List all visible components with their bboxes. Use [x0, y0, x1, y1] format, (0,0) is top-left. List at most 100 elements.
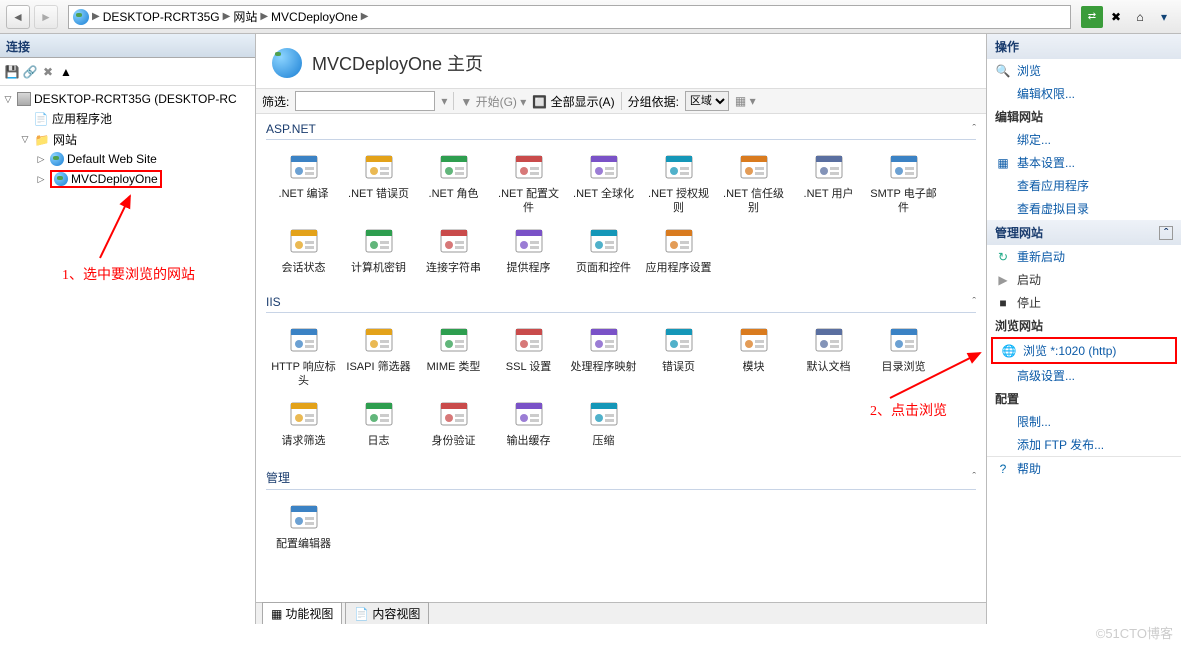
browse-site-header: 浏览网站: [987, 314, 1181, 337]
aspnet-item[interactable]: .NET 用户: [791, 146, 866, 220]
iis-item[interactable]: ISAPI 筛选器: [341, 319, 416, 393]
iis-item[interactable]: 日志: [341, 393, 416, 453]
aspnet-item[interactable]: 连接字符串: [416, 220, 491, 280]
iis-item[interactable]: 请求筛选: [266, 393, 341, 453]
iis-item[interactable]: SSL 设置: [491, 319, 566, 393]
groupby-select[interactable]: 区域: [685, 91, 729, 111]
connect-icon[interactable]: 🔗: [22, 64, 38, 80]
feature-icon: [437, 224, 471, 258]
breadcrumb-site[interactable]: MVCDeployOne: [271, 10, 358, 24]
iis-item[interactable]: 输出缓存: [491, 393, 566, 453]
collapse-icon[interactable]: ˆ: [1159, 226, 1173, 240]
connections-tree: ▽ DESKTOP-RCRT35G (DESKTOP-RC 📄 应用程序池 ▽ …: [0, 86, 255, 194]
iis-header[interactable]: IISˆ: [266, 293, 976, 313]
action-limits[interactable]: 限制...: [987, 410, 1181, 433]
feature-icon: [287, 500, 321, 534]
collapse-icon: ˆ: [972, 471, 976, 483]
expand-arrow-icon[interactable]: ▽: [19, 134, 31, 145]
iis-item[interactable]: 错误页: [641, 319, 716, 393]
aspnet-item[interactable]: .NET 配置文件: [491, 146, 566, 220]
stop-icon: ■: [995, 295, 1011, 311]
aspnet-item[interactable]: 会话状态: [266, 220, 341, 280]
iis-item[interactable]: 默认文档: [791, 319, 866, 393]
tree-mvc-site[interactable]: ▷ MVCDeployOne: [2, 168, 253, 190]
tree-app-pools[interactable]: 📄 应用程序池: [2, 108, 253, 129]
show-all-button[interactable]: 🔲 全部显示(A): [532, 93, 614, 110]
view-mode-icon[interactable]: ▦ ▾: [735, 94, 756, 108]
collapse-icon: ˆ: [972, 123, 976, 135]
action-add-ftp[interactable]: 添加 FTP 发布...: [987, 433, 1181, 456]
feature-label: SSL 设置: [493, 361, 564, 375]
aspnet-item[interactable]: 计算机密钥: [341, 220, 416, 280]
stop-icon[interactable]: ✖: [1105, 6, 1127, 28]
aspnet-item[interactable]: .NET 编译: [266, 146, 341, 220]
breadcrumb-sites[interactable]: 网站: [233, 8, 257, 25]
tree-default-site[interactable]: ▷ Default Web Site: [2, 150, 253, 168]
tree-sites[interactable]: ▽ 📁 网站: [2, 129, 253, 150]
tab-features[interactable]: ▦功能视图: [262, 602, 342, 624]
tab-content[interactable]: 📄内容视图: [345, 602, 429, 624]
feature-icon: [362, 150, 396, 184]
mgmt-header[interactable]: 管理ˆ: [266, 467, 976, 490]
refresh-all-icon[interactable]: ⇄: [1081, 6, 1103, 28]
expand-arrow-icon[interactable]: ▷: [35, 174, 47, 185]
up-icon[interactable]: ▲: [58, 64, 74, 80]
action-edit-permissions[interactable]: 编辑权限...: [987, 82, 1181, 105]
feature-label: 输出缓存: [493, 435, 564, 449]
iis-item[interactable]: MIME 类型: [416, 319, 491, 393]
feature-icon: [512, 323, 546, 357]
aspnet-item[interactable]: 页面和控件: [566, 220, 641, 280]
folder-icon: 📁: [34, 132, 50, 148]
feature-label: .NET 编译: [268, 188, 339, 202]
action-stop[interactable]: ■停止: [987, 291, 1181, 314]
action-restart[interactable]: ↻重新启动: [987, 245, 1181, 268]
action-bindings[interactable]: 绑定...: [987, 128, 1181, 151]
save-icon[interactable]: 💾: [4, 64, 20, 80]
action-help[interactable]: ?帮助: [987, 457, 1181, 480]
aspnet-item[interactable]: SMTP 电子邮件: [866, 146, 941, 220]
filter-dropdown-icon[interactable]: ▾: [441, 94, 447, 108]
aspnet-item[interactable]: .NET 角色: [416, 146, 491, 220]
delete-icon[interactable]: ✖: [40, 64, 56, 80]
action-browse-http[interactable]: 🌐浏览 *:1020 (http): [993, 339, 1175, 362]
iis-item[interactable]: HTTP 响应标头: [266, 319, 341, 393]
action-explore[interactable]: 🔍浏览: [987, 59, 1181, 82]
feature-label: .NET 错误页: [343, 188, 414, 202]
breadcrumb-root[interactable]: DESKTOP-RCRT35G: [103, 10, 220, 24]
aspnet-item[interactable]: .NET 全球化: [566, 146, 641, 220]
breadcrumb[interactable]: ▶ DESKTOP-RCRT35G ▶ 网站 ▶ MVCDeployOne ▶: [68, 5, 1071, 29]
iis-item[interactable]: 模块: [716, 319, 791, 393]
forward-button[interactable]: ►: [34, 5, 58, 29]
back-button[interactable]: ◄: [6, 5, 30, 29]
action-start[interactable]: ▶启动: [987, 268, 1181, 291]
home-icon[interactable]: ⌂: [1129, 6, 1151, 28]
start-dropdown[interactable]: ▼ 开始(G) ▾: [460, 93, 526, 110]
iis-item[interactable]: 处理程序映射: [566, 319, 641, 393]
filter-input[interactable]: [295, 91, 435, 111]
action-advanced[interactable]: 高级设置...: [987, 364, 1181, 387]
aspnet-header[interactable]: ASP.NETˆ: [266, 120, 976, 140]
feature-label: 应用程序设置: [643, 262, 714, 276]
action-view-vdir[interactable]: 查看虚拟目录: [987, 197, 1181, 220]
feature-icon: [887, 150, 921, 184]
tree-sites-label: 网站: [53, 131, 77, 148]
feature-icon: [362, 224, 396, 258]
aspnet-item[interactable]: 提供程序: [491, 220, 566, 280]
expand-arrow-icon[interactable]: ▽: [2, 94, 14, 105]
action-view-apps[interactable]: 查看应用程序: [987, 174, 1181, 197]
annotation-2: 2、点击浏览: [870, 400, 947, 420]
aspnet-item[interactable]: 应用程序设置: [641, 220, 716, 280]
aspnet-item[interactable]: .NET 授权规则: [641, 146, 716, 220]
feature-icon: [287, 323, 321, 357]
iis-item[interactable]: 压缩: [566, 393, 641, 453]
tree-server[interactable]: ▽ DESKTOP-RCRT35G (DESKTOP-RC: [2, 90, 253, 108]
aspnet-item[interactable]: .NET 错误页: [341, 146, 416, 220]
expand-arrow-icon[interactable]: ▷: [35, 154, 47, 165]
feature-label: 身份验证: [418, 435, 489, 449]
action-basic-settings[interactable]: ▦基本设置...: [987, 151, 1181, 174]
help-button[interactable]: ▾: [1153, 6, 1175, 28]
chevron-right-icon: ▶: [223, 11, 231, 22]
iis-item[interactable]: 身份验证: [416, 393, 491, 453]
aspnet-item[interactable]: .NET 信任级别: [716, 146, 791, 220]
mgmt-item[interactable]: 配置编辑器: [266, 496, 341, 556]
